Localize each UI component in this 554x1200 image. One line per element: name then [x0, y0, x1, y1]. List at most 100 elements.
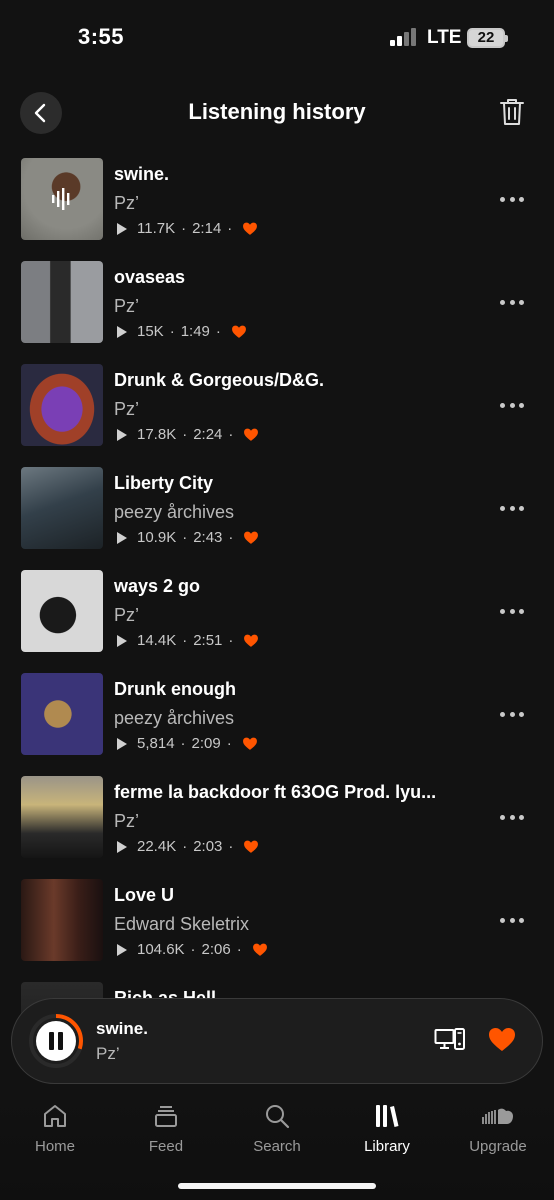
- track-artist[interactable]: Pz’: [114, 296, 139, 317]
- track-artist[interactable]: Pz’: [114, 605, 139, 626]
- nav-feed[interactable]: Feed: [118, 1098, 214, 1164]
- status-bar: 3:55 LTE 22: [0, 0, 554, 74]
- track-artwork: [21, 467, 103, 549]
- more-options-button[interactable]: [500, 297, 524, 307]
- liked-heart-icon: [231, 325, 246, 338]
- track-row[interactable]: ovaseas Pz’ 15K · 1:49 ·: [0, 261, 554, 345]
- pause-button[interactable]: [29, 1014, 83, 1068]
- separator-dot: ·: [226, 735, 232, 752]
- separator-dot: ·: [180, 735, 186, 752]
- track-duration: 2:43: [193, 529, 223, 546]
- track-artwork: [21, 673, 103, 755]
- track-title: Drunk & Gorgeous/D&G.: [114, 370, 325, 390]
- more-options-button[interactable]: [500, 812, 524, 822]
- track-artist[interactable]: Pz’: [114, 811, 139, 832]
- home-icon: [44, 1105, 66, 1127]
- more-options-button[interactable]: [500, 194, 524, 204]
- separator-dot: ·: [228, 632, 234, 649]
- now-playing-waveform-icon: [52, 188, 70, 210]
- play-count-icon: [117, 943, 127, 956]
- track-duration: 2:24: [193, 426, 223, 443]
- separator-dot: ·: [228, 838, 234, 855]
- play-count: 14.4K: [137, 632, 177, 649]
- track-stats: 10.9K · 2:43 ·: [117, 529, 259, 546]
- trash-icon: [500, 99, 524, 125]
- track-artist[interactable]: Pz’: [114, 399, 139, 420]
- play-count: 15K: [137, 323, 164, 340]
- separator-dot: ·: [215, 323, 221, 340]
- track-row[interactable]: swine. Pz’ 11.7K · 2:14 ·: [0, 158, 554, 242]
- play-count-icon: [117, 737, 127, 750]
- like-heart-icon[interactable]: [487, 1025, 517, 1055]
- track-row[interactable]: Love U Edward Skeletrix 104.6K · 2:06 ·: [0, 879, 554, 963]
- play-count: 10.9K: [137, 529, 177, 546]
- track-artwork: [21, 158, 103, 240]
- track-title: Liberty City: [114, 473, 214, 493]
- play-count-icon: [117, 634, 127, 647]
- mini-player-title: swine.: [96, 1019, 148, 1038]
- track-row[interactable]: ferme la backdoor ft 63OG Prod. lyu... Pz…: [0, 776, 554, 860]
- cloud-icon: [482, 1108, 513, 1124]
- track-duration: 1:49: [180, 323, 210, 340]
- track-stats: 17.8K · 2:24 ·: [117, 426, 259, 443]
- nav-upgrade[interactable]: Upgrade: [450, 1098, 546, 1164]
- search-icon: [266, 1105, 290, 1129]
- track-artist[interactable]: peezy årchives: [114, 502, 234, 523]
- cast-devices-icon[interactable]: [434, 1027, 466, 1055]
- more-options-button[interactable]: [500, 400, 524, 410]
- track-artist[interactable]: Edward Skeletrix: [114, 914, 249, 935]
- track-artist[interactable]: peezy årchives: [114, 708, 234, 729]
- battery-icon: 22: [467, 28, 508, 48]
- more-options-button[interactable]: [500, 709, 524, 719]
- play-count: 17.8K: [137, 426, 177, 443]
- separator-dot: ·: [228, 529, 234, 546]
- track-artwork: [21, 570, 103, 652]
- separator-dot: ·: [182, 426, 188, 443]
- nav-library-label: Library: [364, 1138, 410, 1155]
- liked-heart-icon: [243, 222, 258, 235]
- listening-history-list[interactable]: swine. Pz’ 11.7K · 2:14 · ovaseas Pz’ 15K · 1:49 · D…: [0, 158, 554, 1058]
- clear-history-button[interactable]: [496, 96, 528, 128]
- nav-feed-label: Feed: [148, 1138, 184, 1155]
- mini-player-artist: Pz’: [96, 1044, 120, 1063]
- more-options-button[interactable]: [500, 503, 524, 513]
- track-row[interactable]: Liberty City peezy årchives 10.9K · 2:43 ·: [0, 467, 554, 551]
- track-row[interactable]: Drunk enough peezy årchives 5,814 · 2:09 ·: [0, 673, 554, 757]
- track-title: ways 2 go: [114, 576, 201, 596]
- play-count-icon: [117, 222, 127, 235]
- track-artist[interactable]: Pz’: [114, 193, 139, 214]
- liked-heart-icon: [242, 737, 257, 750]
- track-stats: 15K · 1:49 ·: [117, 323, 247, 340]
- track-title: Drunk enough: [114, 679, 236, 699]
- track-row[interactable]: ways 2 go Pz’ 14.4K · 2:51 ·: [0, 570, 554, 654]
- track-artwork: [21, 879, 103, 961]
- track-stats: 22.4K · 2:03 ·: [117, 838, 259, 855]
- more-options-button[interactable]: [500, 606, 524, 616]
- library-icon: [376, 1105, 399, 1127]
- play-count-icon: [117, 531, 127, 544]
- play-count-icon: [117, 840, 127, 853]
- play-count: 104.6K: [137, 941, 185, 958]
- track-artwork: [21, 776, 103, 858]
- track-duration: 2:03: [193, 838, 223, 855]
- nav-home[interactable]: Home: [7, 1098, 103, 1164]
- nav-library[interactable]: Library: [339, 1098, 435, 1164]
- network-label: LTE: [427, 27, 462, 48]
- separator-dot: ·: [236, 941, 242, 958]
- status-time: 3:55: [78, 24, 125, 49]
- play-count: 22.4K: [137, 838, 177, 855]
- track-artwork: [21, 364, 103, 446]
- more-options-button[interactable]: [500, 915, 524, 925]
- mini-player[interactable]: swine. Pz’: [11, 998, 543, 1084]
- separator-dot: ·: [182, 838, 188, 855]
- track-title: Love U: [114, 885, 175, 905]
- track-row[interactable]: Drunk & Gorgeous/D&G. Pz’ 17.8K · 2:24 ·: [0, 364, 554, 448]
- track-stats: 14.4K · 2:51 ·: [117, 632, 259, 649]
- play-count-icon: [117, 428, 127, 441]
- play-count: 5,814: [137, 735, 175, 752]
- play-count: 11.7K: [137, 220, 176, 237]
- nav-search[interactable]: Search: [229, 1098, 325, 1164]
- separator-dot: ·: [182, 632, 188, 649]
- track-title: ferme la backdoor ft 63OG Prod. lyu...: [114, 782, 437, 802]
- separator-dot: ·: [169, 323, 175, 340]
